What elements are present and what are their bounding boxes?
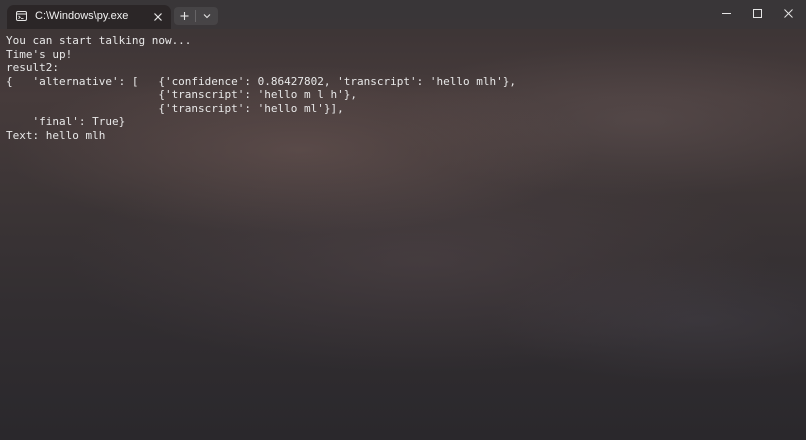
terminal-line: You can start talking now... — [6, 34, 192, 47]
terminal-line: Time's up! — [6, 47, 73, 61]
tab-actions — [174, 7, 218, 25]
terminal-output[interactable]: You can start talking now... Time's up! … — [0, 29, 806, 440]
maximize-icon — [753, 9, 762, 18]
tab-py-exe[interactable]: C:\Windows\py.exe — [7, 5, 171, 29]
plus-icon — [180, 12, 189, 20]
terminal-line: result2: — [6, 61, 59, 74]
terminal-window: C:\Windows\py.exe You can start talking … — [0, 0, 806, 440]
terminal-line: 'final': True} — [6, 115, 126, 128]
close-icon — [784, 9, 793, 18]
chevron-down-icon — [203, 14, 211, 19]
terminal-line: { 'alternative': [ {'confidence': 0.8642… — [6, 74, 516, 88]
terminal-line: Text: hello mlh — [6, 128, 106, 142]
close-window-button[interactable] — [773, 0, 805, 28]
new-tab-button[interactable] — [174, 7, 195, 25]
minimize-button[interactable] — [711, 0, 743, 28]
title-bar[interactable]: C:\Windows\py.exe — [0, 0, 806, 29]
minimize-icon — [722, 13, 731, 14]
terminal-lines: You can start talking now... Time's up! … — [6, 34, 516, 142]
close-icon[interactable] — [151, 10, 165, 24]
tab-dropdown-button[interactable] — [196, 7, 218, 25]
maximize-button[interactable] — [742, 0, 774, 28]
terminal-line: {'transcript': 'hello m l h'}, — [6, 88, 357, 101]
terminal-line: {'transcript': 'hello ml'}], — [6, 101, 344, 115]
tab-title: C:\Windows\py.exe — [35, 10, 129, 22]
terminal-icon — [16, 11, 27, 21]
